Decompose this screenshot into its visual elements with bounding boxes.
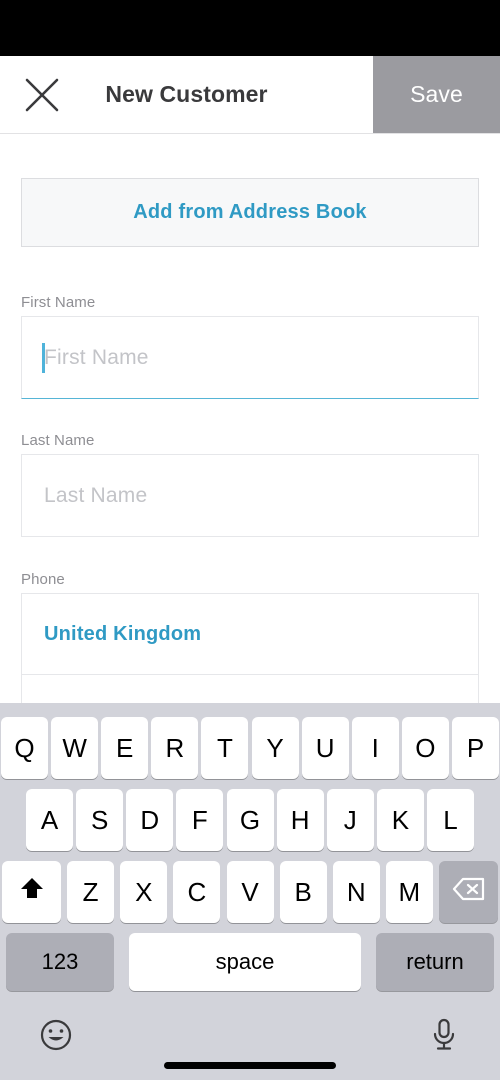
save-button[interactable]: Save — [373, 56, 500, 133]
shift-arrow-icon — [18, 875, 46, 910]
key-b[interactable]: B — [279, 861, 327, 923]
key-a[interactable]: A — [26, 789, 73, 851]
key-n[interactable]: N — [332, 861, 380, 923]
phone-country-selector[interactable]: United Kingdom — [22, 594, 478, 675]
space-key[interactable]: space — [129, 933, 361, 991]
microphone-icon — [428, 1017, 460, 1058]
key-r[interactable]: R — [151, 717, 199, 779]
key-e[interactable]: E — [101, 717, 149, 779]
keyboard-row-4: 123 space return — [0, 933, 500, 991]
dictation-key[interactable] — [424, 1017, 464, 1057]
close-button[interactable] — [12, 56, 72, 133]
keyboard-row-2: A S D F G H J K L — [0, 789, 500, 851]
phone-number-input[interactable] — [22, 675, 478, 703]
first-name-input[interactable]: First Name — [21, 316, 479, 399]
keyboard-row-1: Q W E R T Y U I O P — [0, 717, 500, 779]
key-l[interactable]: L — [427, 789, 474, 851]
key-z[interactable]: Z — [67, 861, 115, 923]
key-g[interactable]: G — [226, 789, 274, 851]
key-f[interactable]: F — [176, 789, 224, 851]
shift-key[interactable] — [2, 861, 61, 923]
key-k[interactable]: K — [376, 789, 424, 851]
last-name-input[interactable]: Last Name — [21, 454, 479, 537]
nav-header: New Customer Save — [0, 56, 500, 134]
key-o[interactable]: O — [401, 717, 449, 779]
backspace-key[interactable] — [439, 861, 498, 923]
return-key[interactable]: return — [376, 933, 494, 991]
status-bar — [0, 0, 500, 56]
last-name-placeholder: Last Name — [44, 483, 148, 507]
keyboard-bottom-bar — [0, 1003, 500, 1080]
first-name-placeholder: First Name — [44, 345, 149, 369]
key-y[interactable]: Y — [251, 717, 299, 779]
add-from-address-book-button[interactable]: Add from Address Book — [21, 178, 479, 247]
on-screen-keyboard: Q W E R T Y U I O P A S D F G H J K L Z … — [0, 703, 500, 1080]
key-j[interactable]: J — [326, 789, 374, 851]
emoji-key[interactable] — [36, 1017, 76, 1057]
emoji-smiley-icon — [38, 1017, 74, 1058]
phone-label: Phone — [21, 571, 65, 588]
key-v[interactable]: V — [226, 861, 274, 923]
key-u[interactable]: U — [301, 717, 349, 779]
close-x-icon — [22, 75, 62, 115]
key-c[interactable]: C — [173, 861, 221, 923]
first-name-label: First Name — [21, 294, 96, 311]
key-x[interactable]: X — [120, 861, 168, 923]
key-q[interactable]: Q — [1, 717, 48, 779]
numeric-key[interactable]: 123 — [6, 933, 114, 991]
backspace-delete-icon — [452, 876, 486, 909]
last-name-label: Last Name — [21, 432, 95, 449]
keyboard-row-3: Z X C V B N M — [0, 861, 500, 923]
key-p[interactable]: P — [451, 717, 499, 779]
phone-field-group: United Kingdom — [21, 593, 479, 703]
key-d[interactable]: D — [126, 789, 174, 851]
key-i[interactable]: I — [351, 717, 399, 779]
key-s[interactable]: S — [76, 789, 124, 851]
home-indicator — [164, 1062, 336, 1069]
key-m[interactable]: M — [385, 861, 433, 923]
key-h[interactable]: H — [276, 789, 324, 851]
customer-form-screen: New Customer Save Add from Address Book … — [0, 0, 500, 1080]
key-t[interactable]: T — [201, 717, 249, 779]
form-body: Add from Address Book First Name First N… — [0, 134, 500, 703]
key-w[interactable]: W — [51, 717, 99, 779]
